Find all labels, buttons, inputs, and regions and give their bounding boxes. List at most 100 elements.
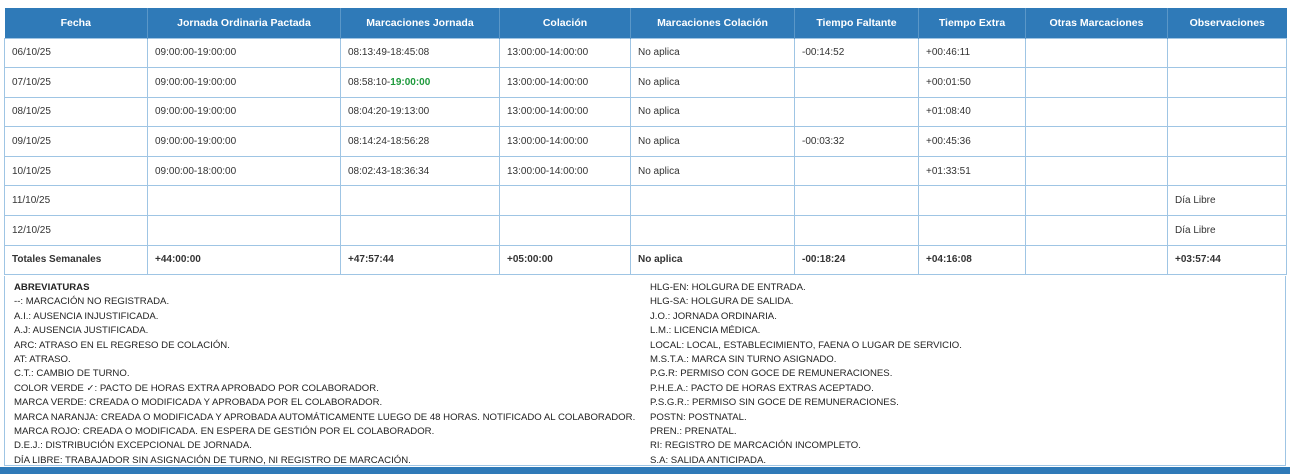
- abbreviation-item: HLG-EN: HOLGURA DE ENTRADA.: [650, 282, 806, 293]
- cell-colacion: [499, 215, 631, 246]
- header-marcaciones-jornada[interactable]: Marcaciones Jornada: [340, 8, 500, 38]
- cell-observaciones: Día Libre: [1167, 215, 1287, 246]
- header-fecha[interactable]: Fecha: [4, 8, 148, 38]
- marcacion-entrada: 08:04:20-: [348, 106, 391, 118]
- cell-tiempo-faltante: [794, 215, 919, 246]
- table-header-row: Fecha Jornada Ordinaria Pactada Marcacio…: [4, 8, 1287, 38]
- abbreviation-item: AT: ATRASO.: [14, 354, 71, 366]
- abbreviations-panel: ABREVIATURAS --: MARCACIÓN NO REGISTRADA…: [4, 276, 1286, 466]
- abbreviation-item: MARCA NARANJA: CREADA O MODIFICADA Y APR…: [14, 411, 636, 423]
- abbreviation-item: D.E.J.: DISTRIBUCIÓN EXCEPCIONAL DE JORN…: [14, 440, 252, 452]
- abbreviation-item: ARC: ATRASO EN EL REGRESO DE COLACIÓN.: [14, 339, 230, 351]
- cell-observaciones: [1167, 155, 1287, 187]
- cell-colacion: 13:00:00-14:00:00: [499, 96, 631, 128]
- cell-jornada: 09:00:00-19:00:00: [147, 37, 341, 69]
- cell-otras-marcaciones: [1025, 67, 1168, 98]
- cell-tiempo-faltante: [794, 185, 919, 217]
- abbreviation-item: PREN.: PRENATAL.: [650, 426, 737, 438]
- abbreviation-item: A.I.: AUSENCIA INJUSTIFICADA.: [14, 310, 159, 322]
- cell-otras-marcaciones: [1025, 96, 1168, 128]
- totals-colacion: +05:00:00: [499, 244, 631, 276]
- cell-tiempo-faltante: [794, 155, 919, 187]
- cell-colacion: 13:00:00-14:00:00: [499, 126, 631, 157]
- table-row: 09/10/25 09:00:00-19:00:00 08:14:24-18:5…: [4, 126, 1287, 157]
- abbreviation-item: A.J: AUSENCIA JUSTIFICADA.: [14, 325, 149, 337]
- cell-jornada: 09:00:00-19:00:00: [147, 126, 341, 157]
- cell-otras-marcaciones: [1025, 126, 1168, 157]
- header-jornada-ordinaria[interactable]: Jornada Ordinaria Pactada: [147, 8, 341, 38]
- totals-label: Totales Semanales: [4, 244, 148, 276]
- marcacion-salida: 18:56:28: [390, 136, 430, 148]
- cell-jornada: [147, 215, 341, 246]
- abbreviations-left-column: ABREVIATURAS --: MARCACIÓN NO REGISTRADA…: [14, 281, 654, 468]
- cell-marcaciones-colacion: No aplica: [630, 37, 795, 69]
- header-otras-marcaciones[interactable]: Otras Marcaciones: [1025, 8, 1168, 38]
- cell-marcaciones: 08:14:24-18:56:28: [340, 126, 500, 157]
- cell-tiempo-extra: +01:33:51: [918, 155, 1026, 187]
- abbreviation-item: LOCAL: LOCAL, ESTABLECIMIENTO, FAENA O L…: [650, 339, 962, 351]
- cell-tiempo-extra: +00:01:50: [918, 67, 1026, 98]
- cell-fecha: 08/10/25: [4, 96, 148, 128]
- abbreviation-item: P.G.R: PERMISO CON GOCE DE REMUNERACIONE…: [650, 368, 893, 380]
- cell-fecha: 11/10/25: [4, 185, 148, 217]
- header-colacion[interactable]: Colación: [499, 8, 631, 38]
- header-marcaciones-colacion[interactable]: Marcaciones Colación: [630, 8, 795, 38]
- abbreviation-item: --: MARCACIÓN NO REGISTRADA.: [14, 296, 170, 308]
- header-observaciones[interactable]: Observaciones: [1167, 8, 1287, 38]
- cell-tiempo-faltante: [794, 67, 919, 98]
- abbreviation-item: POSTN: POSTNATAL.: [650, 411, 747, 423]
- marcacion-salida-aprobada[interactable]: 19:00:00: [390, 77, 430, 88]
- cell-jornada: [147, 185, 341, 217]
- abbreviation-item: M.S.T.A.: MARCA SIN TURNO ASIGNADO.: [650, 354, 837, 366]
- abbreviation-item: HLG-SA: HOLGURA DE SALIDA.: [650, 296, 794, 308]
- cell-tiempo-faltante: -00:14:52: [794, 37, 919, 69]
- cell-marcaciones: [340, 215, 500, 246]
- cell-otras-marcaciones: [1025, 155, 1168, 187]
- cell-otras-marcaciones: [1025, 37, 1168, 69]
- cell-marcaciones-colacion: No aplica: [630, 155, 795, 187]
- abbreviation-item: P.H.E.A.: PACTO DE HORAS EXTRAS ACEPTADO…: [650, 382, 874, 394]
- marcacion-salida: 18:36:34: [390, 165, 430, 177]
- abbreviations-title: ABREVIATURAS: [14, 282, 90, 293]
- marcacion-entrada: 08:02:43-: [348, 165, 391, 177]
- abbreviation-item: MARCA ROJO: CREADA O MODIFICADA. EN ESPE…: [14, 426, 435, 438]
- totals-marcaciones: +47:57:44: [340, 244, 500, 276]
- cell-observaciones: [1167, 37, 1287, 69]
- header-tiempo-extra[interactable]: Tiempo Extra: [918, 8, 1026, 38]
- cell-tiempo-faltante: [794, 96, 919, 128]
- totals-jornada: +44:00:00: [147, 244, 341, 276]
- totals-otras-marcaciones: [1025, 244, 1168, 276]
- table-row: 11/10/25 Día Libre: [4, 185, 1287, 217]
- marcacion-salida: 18:45:08: [390, 47, 430, 59]
- attendance-report: Fecha Jornada Ordinaria Pactada Marcacio…: [4, 8, 1287, 276]
- cell-observaciones: [1167, 126, 1287, 157]
- cell-otras-marcaciones: [1025, 215, 1168, 246]
- cell-tiempo-extra: +00:46:11: [918, 37, 1026, 69]
- cell-jornada: 09:00:00-18:00:00: [147, 155, 341, 187]
- cell-jornada: 09:00:00-19:00:00: [147, 67, 341, 98]
- cell-fecha: 07/10/25: [4, 67, 148, 98]
- abbreviation-item: J.O.: JORNADA ORDINARIA.: [650, 310, 777, 322]
- cell-observaciones: Día Libre: [1167, 185, 1287, 217]
- abbreviation-item: L.M.: LICENCIA MÉDICA.: [650, 325, 761, 337]
- table-row: 06/10/25 09:00:00-19:00:00 08:13:49-18:4…: [4, 37, 1287, 69]
- cell-marcaciones-colacion: [630, 215, 795, 246]
- cell-observaciones: [1167, 96, 1287, 128]
- cell-tiempo-faltante: -00:03:32: [794, 126, 919, 157]
- marcacion-entrada: 08:58:10-: [348, 76, 391, 88]
- attendance-table: Fecha Jornada Ordinaria Pactada Marcacio…: [4, 8, 1287, 276]
- table-row: 07/10/25 09:00:00-19:00:00 08:58:10-19:0…: [4, 67, 1287, 98]
- cell-marcaciones-colacion: No aplica: [630, 67, 795, 98]
- cell-tiempo-extra: [918, 215, 1026, 246]
- cell-colacion: 13:00:00-14:00:00: [499, 67, 631, 98]
- abbreviation-item: MARCA VERDE: CREADA O MODIFICADA Y APROB…: [14, 397, 383, 409]
- cell-observaciones: [1167, 67, 1287, 98]
- cell-tiempo-extra: +01:08:40: [918, 96, 1026, 128]
- abbreviations-right-column: HLG-EN: HOLGURA DE ENTRADA. HLG-SA: HOLG…: [650, 281, 1280, 468]
- cell-otras-marcaciones: [1025, 185, 1168, 217]
- cell-colacion: [499, 185, 631, 217]
- abbreviation-item: C.T.: CAMBIO DE TURNO.: [14, 368, 130, 380]
- abbreviation-item: RI: REGISTRO DE MARCACIÓN INCOMPLETO.: [650, 440, 861, 452]
- header-tiempo-faltante[interactable]: Tiempo Faltante: [794, 8, 919, 38]
- footer-bar: [0, 467, 1290, 474]
